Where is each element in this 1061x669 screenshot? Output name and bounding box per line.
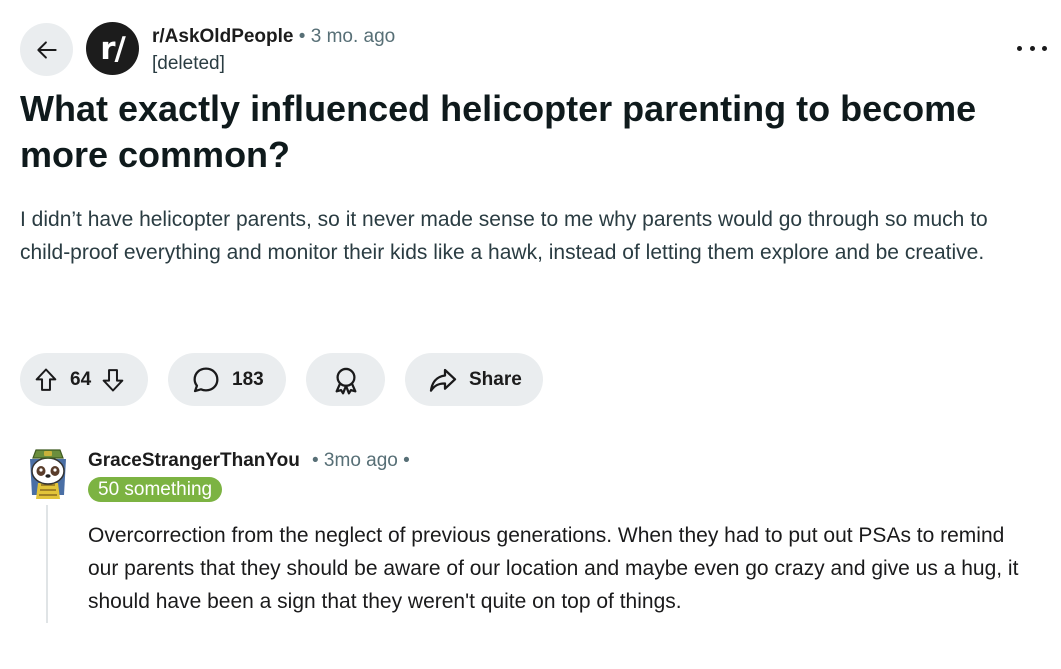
share-label: Share xyxy=(469,368,522,390)
comment-meta: • 3mo ago • xyxy=(312,450,410,471)
more-options-icon xyxy=(1017,45,1022,51)
comment-author[interactable]: GraceStrangerThanYou xyxy=(88,450,300,472)
more-options-button[interactable] xyxy=(1017,38,1047,58)
snoo-avatar-icon xyxy=(30,449,66,499)
comment-body: Overcorrection from the neglect of previ… xyxy=(88,524,1019,613)
thread-line[interactable] xyxy=(46,505,48,623)
share-button[interactable]: Share xyxy=(405,353,543,406)
award-ribbon-icon xyxy=(335,367,356,394)
meta-separator: • xyxy=(298,26,306,47)
arrow-left-icon xyxy=(36,40,57,59)
subreddit-avatar-text: r/ xyxy=(100,30,126,67)
post-meta: r/AskOldPeople • 3 mo. ago xyxy=(152,26,395,48)
post-time: 3 mo. ago xyxy=(310,26,396,47)
comments-button[interactable]: 183 xyxy=(168,353,286,406)
comment-count: 183 xyxy=(232,368,264,390)
downvote-arrow-icon[interactable] xyxy=(99,366,127,394)
subreddit-avatar[interactable]: r/ xyxy=(86,22,139,75)
comment-bubble-icon xyxy=(193,367,219,392)
upvote-arrow-icon[interactable] xyxy=(32,366,60,394)
comment-avatar[interactable] xyxy=(24,445,72,499)
upvote-count: 64 xyxy=(70,368,92,390)
vote-control: 64 xyxy=(20,353,148,406)
post-author: [deleted] xyxy=(152,53,225,74)
back-button[interactable] xyxy=(20,23,73,76)
award-button[interactable] xyxy=(306,353,385,406)
post-body: I didn’t have helicopter parents, so it … xyxy=(20,208,988,264)
post-title: What exactly influenced helicopter paren… xyxy=(20,88,977,175)
share-arrow-icon xyxy=(429,368,457,392)
user-flair: 50 something xyxy=(88,477,223,502)
subreddit-link[interactable]: r/AskOldPeople xyxy=(152,26,294,47)
